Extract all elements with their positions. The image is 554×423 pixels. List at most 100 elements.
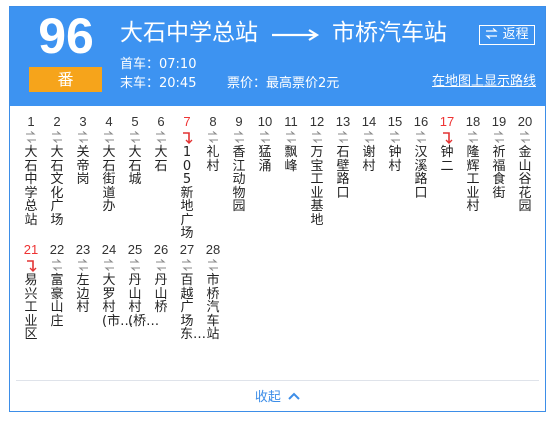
bidirectional-arrows-icon bbox=[384, 130, 406, 146]
bidirectional-arrows-icon bbox=[124, 258, 146, 274]
stop-item[interactable]: 6 大石 bbox=[150, 114, 172, 173]
bidirectional-arrows-icon bbox=[488, 130, 510, 146]
stop-number: 20 bbox=[517, 114, 533, 129]
stop-item[interactable]: 8 礼村 bbox=[202, 114, 224, 173]
stop-item[interactable]: 11 飘峰 bbox=[280, 114, 302, 173]
bidirectional-arrows-icon bbox=[202, 130, 224, 146]
long-arrow-right-icon bbox=[272, 29, 320, 41]
bidirectional-arrows-icon bbox=[46, 130, 68, 146]
stop-item[interactable]: 13 石壁路口 bbox=[332, 114, 354, 200]
bidirectional-arrows-icon bbox=[124, 130, 146, 146]
stop-name: 丹山桥 bbox=[154, 273, 168, 315]
bidirectional-arrows-icon bbox=[332, 130, 354, 146]
show-route-on-map-link[interactable]: 在地图上显示路线 bbox=[432, 74, 536, 90]
bidirectional-arrows-icon bbox=[72, 258, 94, 274]
stop-number: 16 bbox=[413, 114, 429, 129]
stop-name: 大石城 bbox=[128, 145, 142, 187]
stop-item[interactable]: 21 易兴工业区 bbox=[20, 242, 42, 342]
arrow-down-red-icon bbox=[436, 130, 458, 146]
stop-number: 12 bbox=[309, 114, 325, 129]
stop-list: 1 大石中学总站 2 大石文化广场 3 关帝岗 4 大石街道办 5 大石城 6 大石 7 105新地广场 8… bbox=[10, 114, 545, 376]
first-bus-time: 首车：07:10 bbox=[120, 57, 197, 72]
collapse-button[interactable]: 收起 bbox=[10, 389, 545, 407]
stop-number: 7 bbox=[183, 114, 191, 129]
stop-item[interactable]: 9 香江动物园 bbox=[228, 114, 250, 214]
bidirectional-arrows-icon bbox=[228, 130, 250, 146]
stop-number: 24 bbox=[101, 242, 117, 257]
chevron-up-icon bbox=[288, 392, 300, 400]
stop-name: 钟村 bbox=[388, 145, 402, 174]
stop-number: 8 bbox=[209, 114, 217, 129]
stop-item[interactable]: 2 大石文化广场 bbox=[46, 114, 68, 227]
stop-item[interactable]: 17 钟二 bbox=[436, 114, 458, 173]
stop-name: 祈福食街 bbox=[492, 145, 506, 201]
stop-name: 105新地广场 bbox=[180, 145, 194, 241]
stop-name: 礼村 bbox=[206, 145, 220, 174]
stop-number: 28 bbox=[205, 242, 221, 257]
stop-number: 4 bbox=[105, 114, 113, 129]
stop-number: 15 bbox=[387, 114, 403, 129]
stop-item[interactable]: 4 大石街道办 bbox=[98, 114, 120, 214]
bus-route-panel: 96 番 大石中学总站 市桥汽车站 返程 首车：07:10 末车：20:45 票… bbox=[9, 6, 546, 412]
stop-item[interactable]: 5 大石城 bbox=[124, 114, 146, 187]
stop-item[interactable]: 12 万宝工业基地 bbox=[306, 114, 328, 227]
bidirectional-arrows-icon bbox=[72, 130, 94, 146]
stop-item[interactable]: 14 谢村 bbox=[358, 114, 380, 173]
bidirectional-arrows-icon bbox=[150, 258, 172, 274]
stop-item[interactable]: 23 左边村 bbox=[72, 242, 94, 315]
stop-number: 11 bbox=[284, 114, 298, 129]
stop-name: 大石 bbox=[154, 145, 168, 174]
bidirectional-arrows-icon bbox=[176, 258, 198, 274]
stop-name: 百越广场东… bbox=[180, 273, 207, 342]
stop-name: 万宝工业基地 bbox=[310, 145, 324, 228]
bidirectional-arrows-icon bbox=[150, 130, 172, 146]
stop-item[interactable]: 27 百越广场东… bbox=[176, 242, 207, 342]
stop-number: 22 bbox=[49, 242, 65, 257]
bidirectional-arrows-icon bbox=[514, 130, 536, 146]
bidirectional-arrows-icon bbox=[280, 130, 302, 146]
route-number: 96 bbox=[38, 8, 94, 64]
bidirectional-arrows-icon bbox=[98, 258, 120, 274]
bidirectional-arrows-icon bbox=[46, 258, 68, 274]
stop-item[interactable]: 26 丹山桥 bbox=[150, 242, 172, 315]
stop-item[interactable]: 25 丹山村(桥… bbox=[124, 242, 160, 329]
stop-item[interactable]: 19 祈福食街 bbox=[488, 114, 510, 200]
stop-number: 27 bbox=[179, 242, 195, 257]
stop-name: 金山谷花园 bbox=[518, 145, 532, 214]
stop-name: 猛涌 bbox=[258, 145, 272, 174]
stop-item[interactable]: 1 大石中学总站 bbox=[20, 114, 42, 227]
stop-number: 14 bbox=[361, 114, 377, 129]
stop-name: 大罗村(市… bbox=[102, 273, 134, 329]
stop-number: 21 bbox=[23, 242, 39, 257]
stop-name: 丹山村(桥… bbox=[128, 273, 160, 329]
bidirectional-arrows-icon bbox=[254, 130, 276, 146]
stop-name: 大石文化广场 bbox=[50, 145, 64, 228]
return-trip-button[interactable]: 返程 bbox=[479, 25, 535, 45]
stop-item[interactable]: 7 105新地广场 bbox=[176, 114, 198, 241]
stop-item[interactable]: 15 钟村 bbox=[384, 114, 406, 173]
stop-item[interactable]: 16 汉溪路口 bbox=[410, 114, 432, 200]
stop-number: 26 bbox=[153, 242, 169, 257]
arrow-down-red-icon bbox=[176, 130, 198, 146]
stop-number: 3 bbox=[79, 114, 87, 129]
stop-item[interactable]: 22 富豪山庄 bbox=[46, 242, 68, 328]
arrow-down-red-icon bbox=[20, 258, 42, 274]
stop-name: 关帝岗 bbox=[76, 145, 90, 187]
stop-number: 17 bbox=[439, 114, 455, 129]
stop-item[interactable]: 24 大罗村(市… bbox=[98, 242, 134, 329]
stop-number: 1 bbox=[27, 114, 35, 129]
stop-item[interactable]: 18 隆辉工业村 bbox=[462, 114, 484, 214]
stop-name: 大石街道办 bbox=[102, 145, 116, 214]
origin-station: 大石中学总站 bbox=[120, 20, 258, 46]
stop-item[interactable]: 10 猛涌 bbox=[254, 114, 276, 173]
stop-item[interactable]: 20 金山谷花园 bbox=[514, 114, 536, 214]
stop-number: 10 bbox=[257, 114, 273, 129]
stop-item[interactable]: 3 关帝岗 bbox=[72, 114, 94, 187]
stop-name: 飘峰 bbox=[284, 145, 298, 174]
stop-number: 18 bbox=[465, 114, 481, 129]
stop-name: 市桥汽车站 bbox=[206, 273, 220, 342]
bidirectional-arrows-icon bbox=[462, 130, 484, 146]
fare-info: 票价：最高票价2元 bbox=[227, 76, 340, 91]
stop-item[interactable]: 28 市桥汽车站 bbox=[202, 242, 224, 342]
stop-number: 25 bbox=[127, 242, 143, 257]
